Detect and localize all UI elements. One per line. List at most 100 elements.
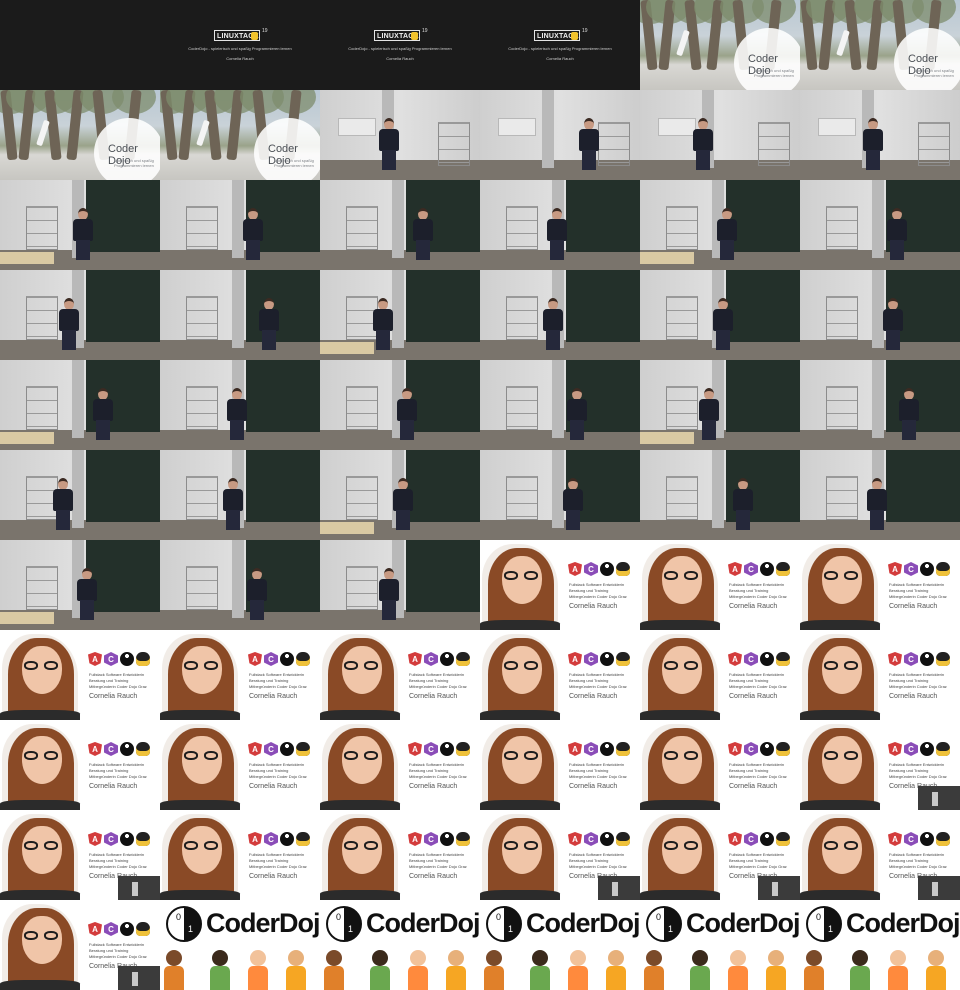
tux-icon	[616, 832, 630, 846]
profile-line: Mitbegründerin Coder Dojo Graz	[249, 864, 307, 869]
speaker-person	[90, 388, 116, 440]
tile-dojo: CoderDojo	[160, 900, 320, 990]
portrait-shoulders	[480, 620, 560, 630]
kid-body	[164, 966, 184, 990]
profile-name: Cornelia Rauch	[249, 873, 298, 880]
tile-room_b	[800, 180, 960, 270]
tile-profile_inset: A C Fullstack Software Entwicklerin Beratun…	[640, 810, 800, 900]
tile-profile: A C Fullstack Software Entwicklerin Beratun…	[480, 720, 640, 810]
tux-icon	[456, 652, 470, 666]
tux-icon	[936, 742, 950, 756]
kid-head	[372, 950, 388, 966]
glasses	[342, 841, 382, 851]
csharp-icon: C	[904, 742, 918, 756]
chalkboard	[246, 450, 320, 522]
pillar	[872, 360, 884, 438]
angular-icon: A	[888, 742, 902, 756]
tile-room_b	[800, 270, 960, 360]
tile-room_b	[160, 540, 320, 630]
tech-icons: AC	[728, 562, 790, 576]
portrait-shoulders	[640, 620, 720, 630]
tile-profile: A C Fullstack Software Entwicklerin Beratun…	[480, 630, 640, 720]
chalkboard	[406, 270, 480, 342]
tile-room_b	[480, 360, 640, 450]
portrait-shoulders	[160, 710, 240, 720]
tile-title: LINUXTAGE 19 CoderDojo - spielerisch und s…	[160, 0, 320, 90]
chalkboard	[566, 270, 640, 342]
slide-subtitle: CoderDojo - spielerisch und spaßig Progr…	[348, 46, 452, 51]
kid-body	[690, 966, 710, 990]
glasses	[182, 751, 222, 761]
kid-body	[530, 966, 550, 990]
profile-lines: Fullstack Software Entwicklerin Beratung …	[729, 582, 787, 600]
person-legs	[262, 330, 276, 350]
person-body	[379, 129, 399, 151]
kid-illustration	[764, 950, 788, 990]
person-legs	[382, 600, 396, 620]
kid-body	[766, 966, 786, 990]
angular-icon: A	[728, 832, 742, 846]
tile-profile: A C Fullstack Software Entwicklerin Beratun…	[640, 540, 800, 630]
pillar	[232, 540, 244, 618]
yin-yang-icon	[120, 832, 134, 846]
angular-icon: A	[728, 652, 742, 666]
metal-rack	[918, 122, 950, 166]
profile-line: Mitbegründerin Coder Dojo Graz	[889, 774, 947, 779]
yin-yang-logo-icon	[486, 906, 522, 942]
person-body	[579, 129, 599, 151]
glasses	[662, 661, 702, 671]
person-legs	[226, 510, 240, 530]
angular-icon: A	[888, 652, 902, 666]
logo-superscript: 19	[422, 28, 428, 34]
tile-dojo: CoderDojo	[640, 900, 800, 990]
person-legs	[62, 330, 76, 350]
csharp-icon: C	[584, 652, 598, 666]
tux-icon	[936, 562, 950, 576]
person-legs	[546, 330, 560, 350]
angular-icon: A	[888, 562, 902, 576]
tile-room_b	[800, 450, 960, 540]
profile-line: Mitbegründerin Coder Dojo Graz	[89, 864, 147, 869]
tech-icons: AC	[408, 652, 470, 666]
tile-profile: A C Fullstack Software Entwicklerin Beratun…	[800, 630, 960, 720]
tile-dojo: CoderDojo	[480, 900, 640, 990]
person-body	[59, 309, 79, 331]
kid-illustration	[604, 950, 628, 990]
kid-illustration	[482, 950, 506, 990]
metal-rack	[346, 206, 378, 250]
profile-line: Mitbegründerin Coder Dojo Graz	[889, 684, 947, 689]
csharp-icon: C	[744, 832, 758, 846]
kid-head	[852, 950, 868, 966]
person-body	[77, 579, 97, 601]
angular-icon: A	[888, 832, 902, 846]
profile-line: Mitbegründerin Coder Dojo Graz	[729, 774, 787, 779]
profile-lines: Fullstack Software Entwicklerin Beratung …	[409, 852, 467, 870]
chalkboard	[726, 360, 800, 432]
tech-icons: AC	[568, 742, 630, 756]
person-legs	[566, 510, 580, 530]
tux-icon	[456, 742, 470, 756]
tile-profile: A C Fullstack Software Entwicklerin Beratun…	[320, 630, 480, 720]
profile-line: Mitbegründerin Coder Dojo Graz	[249, 684, 307, 689]
tile-title: LINUXTAGE 19 CoderDojo - spielerisch und s…	[480, 0, 640, 90]
tile-dojo: CoderDojo	[800, 900, 960, 990]
tile-dojo: CoderDojo	[320, 900, 480, 990]
camera-inset	[758, 876, 800, 900]
person-body	[73, 219, 93, 241]
portrait-shoulders	[640, 710, 720, 720]
profile-lines: Fullstack Software Entwicklerin Beratung …	[569, 762, 627, 780]
kid-illustration	[688, 950, 712, 990]
person-legs	[400, 420, 414, 440]
kid-head	[692, 950, 708, 966]
person-body	[563, 489, 583, 511]
yin-yang-icon	[920, 652, 934, 666]
angular-icon: A	[88, 922, 102, 936]
tux-icon	[296, 832, 310, 846]
person-body	[53, 489, 73, 511]
csharp-icon: C	[744, 742, 758, 756]
glasses	[822, 661, 862, 671]
karate-figure	[196, 119, 210, 147]
yin-yang-icon	[280, 832, 294, 846]
person-legs	[376, 330, 390, 350]
chalkboard	[886, 450, 960, 522]
